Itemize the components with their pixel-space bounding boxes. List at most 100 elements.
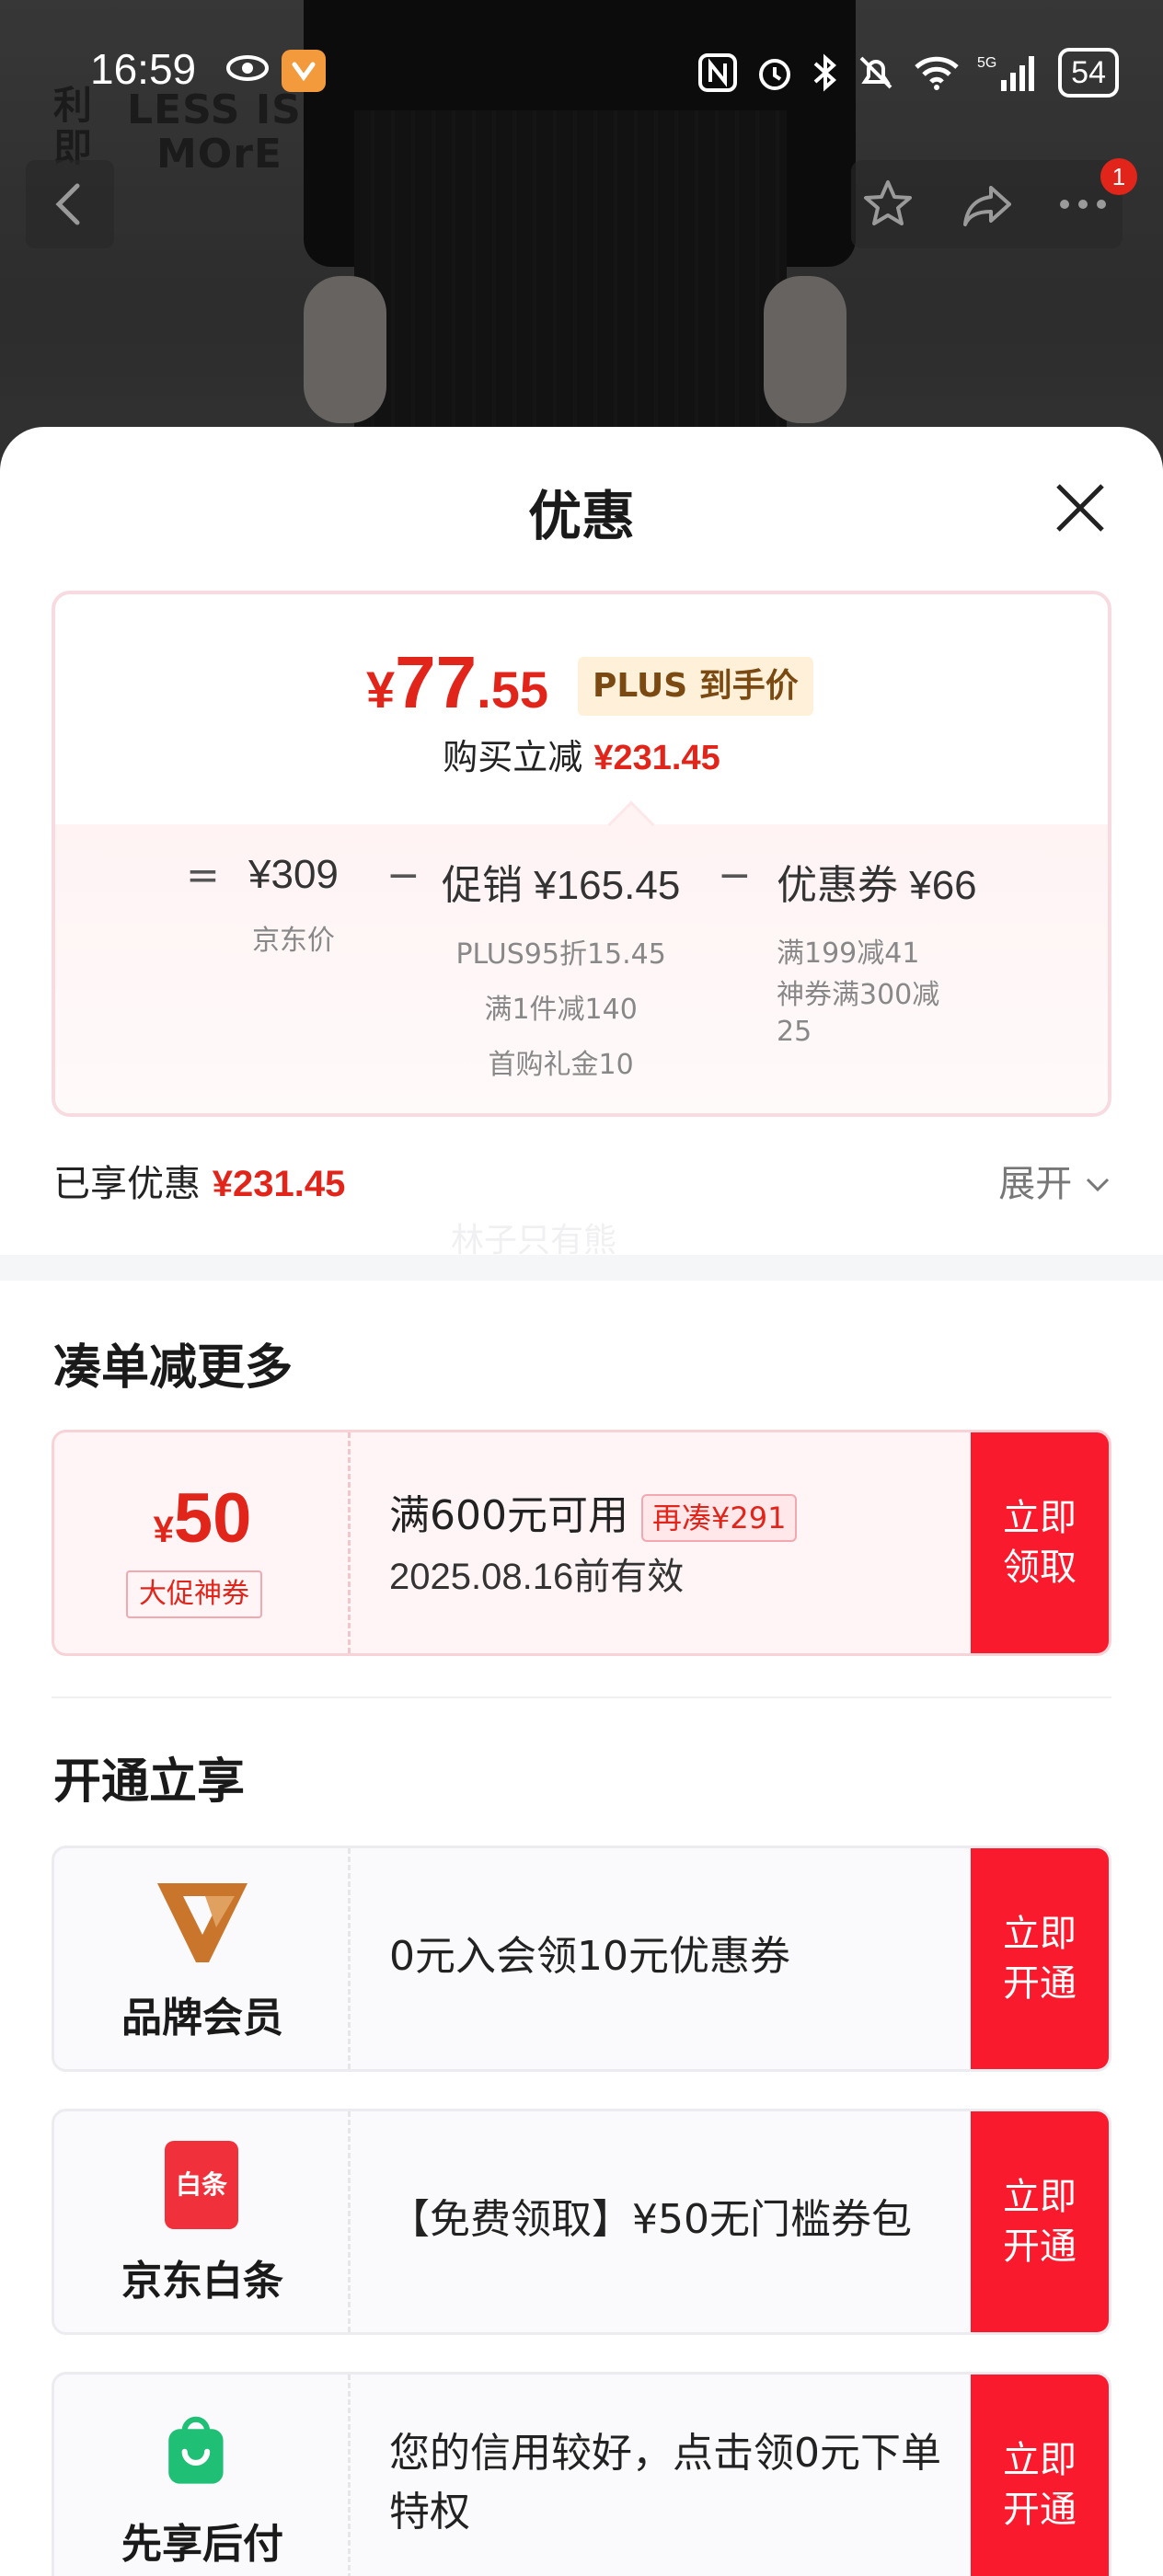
- baitiao-desc: 【免费领取】¥50无门槛券包: [389, 2196, 912, 2243]
- enjoyed-discount-amount: ¥231.45: [212, 1164, 346, 1204]
- status-time: 16:59: [90, 45, 197, 93]
- bluetooth-icon: [813, 53, 837, 92]
- coupon-detail: 满199减41: [777, 937, 920, 970]
- coupon-value: ¥50: [54, 1478, 351, 1558]
- promotion-amount: ¥165.45: [534, 863, 681, 908]
- final-price: ¥77.55: [366, 640, 548, 725]
- coupon-valid-date: 2025.08.16: [389, 1557, 574, 1597]
- eye-icon: [226, 55, 269, 81]
- claim-coupon-button[interactable]: 立即 领取: [971, 1432, 1109, 1653]
- app-icon: [282, 50, 326, 92]
- shopping-bag-icon: [168, 2416, 224, 2484]
- open-button-line1: 立即: [1003, 1913, 1077, 1955]
- final-price-decimal: .55: [477, 661, 548, 719]
- final-price-integer: 77: [395, 641, 478, 723]
- status-icons: 5G 54: [697, 48, 1119, 98]
- chevron-down-icon: [1086, 1178, 1110, 1192]
- coupon-detail: 神券满300减: [777, 979, 940, 1011]
- plus-price-tag: PLUS 到手价: [578, 657, 813, 716]
- promotion-detail: 首购礼金10: [488, 1049, 634, 1081]
- claim-button-line2: 领取: [1003, 1547, 1077, 1589]
- baitiao-logo-text: 白条: [175, 2169, 227, 2200]
- brand-logo-en-line2: MOrE: [156, 131, 282, 178]
- wifi-icon: [915, 56, 959, 90]
- status-bar: 16:59 5G 54: [0, 37, 1163, 110]
- instant-reduction-amount: ¥231.45: [593, 739, 720, 777]
- svg-text:5G: 5G: [977, 55, 996, 71]
- share-icon[interactable]: [960, 177, 1015, 232]
- expand-button[interactable]: 展开: [998, 1154, 1111, 1207]
- price-breakdown-card: ¥77.55 PLUS 到手价 购买立减 ¥231.45 = ¥309 京东价 …: [52, 591, 1111, 1117]
- brand-member-name: 品牌会员: [121, 1995, 283, 2041]
- section-divider: [0, 1255, 1163, 1281]
- notification-badge: 1: [1100, 158, 1137, 195]
- baitiao-row: 白条 京东白条 【免费领取】¥50无门槛券包 立即 开通: [52, 2109, 1111, 2335]
- coupon-valid-suffix: 前有效: [573, 1556, 685, 1598]
- promotion-heading: 促销 ¥165.45: [442, 852, 680, 911]
- open-pay-later-button[interactable]: 立即 开通: [971, 2375, 1109, 2576]
- coupon-validity: 2025.08.16前有效: [389, 1547, 684, 1600]
- coupon-amount: ¥66: [909, 863, 977, 908]
- coupon-details: 满199减41 神券满300减 25: [777, 931, 977, 1051]
- brand-member-desc: 0元入会领10元优惠券: [389, 1933, 790, 1980]
- formula-jd-price: ¥309 京东价: [248, 852, 339, 964]
- pay-later-name: 先享后付: [121, 2521, 283, 2568]
- close-icon[interactable]: [1053, 480, 1108, 535]
- alarm-icon: [759, 59, 791, 90]
- coupon-card: ¥50 大促神券 满600元可用 再凑¥291 2025.08.16前有效 立即 …: [52, 1430, 1111, 1656]
- promotion-label: 促销: [442, 862, 523, 909]
- formula-minus-1: −: [386, 852, 420, 899]
- add-more-tag: 再凑¥291: [640, 1494, 798, 1542]
- coupon-type-tag: 大促神券: [126, 1570, 262, 1618]
- jd-price-value: ¥309: [248, 852, 339, 897]
- formula-minus-2: −: [718, 852, 752, 899]
- discount-sheet: 优惠 ¥77.55 PLUS 到手价 购买立减 ¥231.45 = ¥309 京…: [0, 427, 1163, 2576]
- divider: [52, 1696, 1111, 1698]
- pay-later-row: 先享后付 您的信用较好，点击领0元下单特权 立即 开通: [52, 2372, 1111, 2576]
- formula-coupon: 优惠券 ¥66 满199减41 神券满300减 25: [777, 852, 977, 1051]
- enjoyed-discount-label: 已享优惠: [53, 1163, 201, 1205]
- open-baitiao-button[interactable]: 立即 开通: [971, 2111, 1109, 2332]
- section-title-open: 开通立享: [53, 1754, 246, 1810]
- back-icon: [55, 183, 80, 225]
- nfc-icon: [698, 53, 738, 92]
- star-icon[interactable]: [860, 177, 915, 232]
- sheet-title: 优惠: [527, 485, 635, 547]
- jd-price-label: 京东价: [251, 925, 335, 957]
- promotion-detail: PLUS95折15.45: [455, 938, 666, 971]
- brand-member-row: 品牌会员 0元入会领10元优惠券 立即 开通: [52, 1846, 1111, 2072]
- formula-equals: =: [186, 852, 220, 899]
- coupon-heading: 优惠券 ¥66: [777, 852, 977, 911]
- open-brand-member-button[interactable]: 立即 开通: [971, 1848, 1109, 2069]
- final-price-currency: ¥: [366, 661, 396, 719]
- price-formula: = ¥309 京东价 − 促销 ¥165.45 PLUS95折15.45 满1件…: [55, 852, 1108, 1110]
- instant-reduction: 购买立减 ¥231.45: [55, 729, 1108, 779]
- open-button-line2: 开通: [1003, 1962, 1077, 2005]
- battery-indicator: 54: [1058, 48, 1119, 98]
- open-button-line1: 立即: [1003, 2176, 1077, 2218]
- signal-icon: 5G: [977, 55, 1035, 91]
- open-button-line2: 开通: [1003, 2489, 1077, 2531]
- expand-label: 展开: [998, 1163, 1073, 1205]
- coupon-label: 优惠券: [777, 862, 898, 909]
- back-button[interactable]: [26, 160, 114, 248]
- coupon-value-currency: ¥: [153, 1510, 174, 1550]
- open-button-line2: 开通: [1003, 2225, 1077, 2268]
- claim-button-line1: 立即: [1003, 1497, 1077, 1539]
- open-button-line1: 立即: [1003, 2439, 1077, 2481]
- nav-actions: [851, 160, 1123, 248]
- coupon-detail: 25: [777, 1016, 812, 1048]
- enjoyed-discount: 已享优惠 ¥231.45: [53, 1154, 345, 1207]
- pay-later-desc: 您的信用较好，点击领0元下单特权: [389, 2430, 941, 2536]
- coupon-condition: 满600元可用 再凑¥291: [389, 1482, 798, 1542]
- instant-reduction-label: 购买立减: [443, 737, 583, 777]
- formula-promotion: 促销 ¥165.45 PLUS95折15.45 满1件减140 首购礼金10: [442, 852, 680, 1093]
- mute-icon: [859, 56, 892, 89]
- promotion-details: PLUS95折15.45 满1件减140 首购礼金10: [442, 927, 680, 1093]
- coupon-condition-text: 满600元可用: [389, 1492, 628, 1539]
- promotion-detail: 满1件减140: [484, 994, 638, 1026]
- section-title-more: 凑单减更多: [53, 1340, 294, 1396]
- baitiao-name: 京东白条: [121, 2258, 283, 2305]
- brand-member-logo-icon: [157, 1883, 248, 1962]
- coupon-value-number: 50: [173, 1479, 252, 1558]
